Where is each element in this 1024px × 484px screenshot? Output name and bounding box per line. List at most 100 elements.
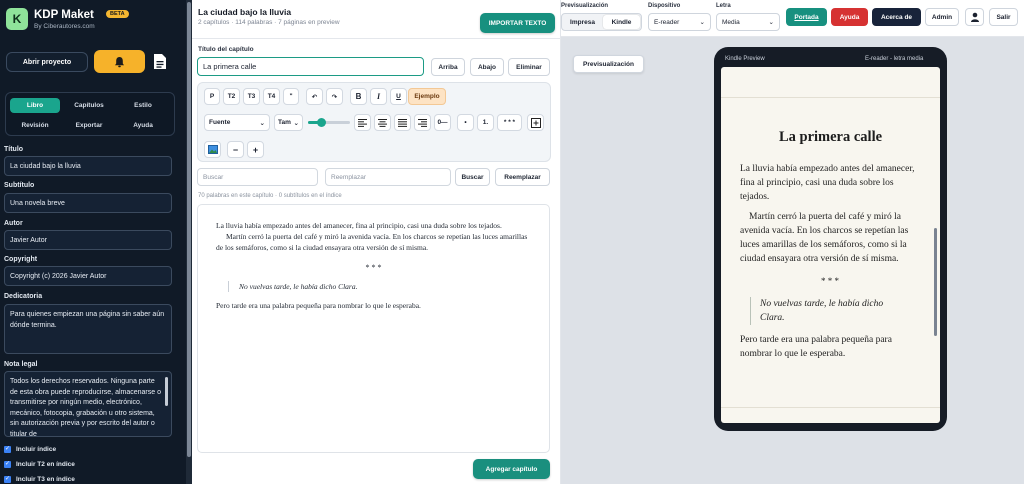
- align-center-button[interactable]: [374, 114, 391, 131]
- subtitulo-input[interactable]: Una novela breve: [4, 193, 172, 213]
- mode-impresa[interactable]: Impresa: [564, 15, 601, 29]
- device-screen[interactable]: La primera calle La lluvia había empezad…: [721, 67, 940, 423]
- user-button[interactable]: [965, 8, 984, 26]
- copyright-input[interactable]: Copyright (c) 2026 Javier Autor: [4, 266, 172, 286]
- numbered-list-button[interactable]: 1.: [477, 114, 494, 131]
- bell-icon: [115, 56, 124, 67]
- align-justify-icon: [398, 118, 407, 127]
- nav-exportar[interactable]: Exportar: [64, 118, 114, 133]
- autor-input[interactable]: Javier Autor: [4, 230, 172, 250]
- check-incluir-t2[interactable]: ✓ Incluir T2 en índice: [4, 461, 75, 468]
- portada-button[interactable]: Portada: [786, 8, 827, 26]
- preview-separator: * * *: [821, 276, 839, 286]
- nota-legal-scrollbar[interactable]: [165, 377, 168, 406]
- replace-button[interactable]: Reemplazar: [495, 168, 550, 186]
- subtitulo-label: Subtítulo: [4, 182, 35, 189]
- device-select-value: E-reader: [654, 18, 680, 26]
- checkbox-icon[interactable]: ✓: [4, 476, 11, 483]
- device-scrollbar[interactable]: [934, 228, 937, 336]
- move-down-button[interactable]: Abajo: [470, 58, 504, 76]
- add-chapter-button[interactable]: Agregar capítulo: [473, 459, 550, 479]
- sidebar-scroll-thumb[interactable]: [187, 2, 191, 457]
- align-justify-button[interactable]: [394, 114, 411, 131]
- align-right-button[interactable]: [414, 114, 431, 131]
- mode-kindle[interactable]: Kindle: [603, 15, 640, 29]
- autor-label: Autor: [4, 220, 23, 227]
- size-select[interactable]: Tam ⌄: [274, 114, 303, 131]
- divider: [192, 38, 561, 39]
- scene-separator: * * *: [365, 263, 382, 272]
- bullet-list-button[interactable]: •: [457, 114, 474, 131]
- font-select[interactable]: Fuente ⌄: [204, 114, 270, 131]
- blockquote: No vuelvas tarde, le había dicho Clara.: [228, 281, 531, 292]
- align-left-button[interactable]: [354, 114, 371, 131]
- ejemplo-button[interactable]: Ejemplo: [408, 88, 446, 105]
- nav-libro[interactable]: Libro: [10, 98, 60, 113]
- heading-t4-button[interactable]: T4: [263, 88, 280, 105]
- document-title: La ciudad bajo la lluvia: [198, 7, 292, 17]
- logout-button[interactable]: Salir: [989, 8, 1018, 26]
- size-slider-thumb[interactable]: [317, 118, 326, 127]
- dedicatoria-label: Dedicatoria: [4, 293, 43, 300]
- titulo-input[interactable]: La ciudad bajo la lluvia: [4, 156, 172, 176]
- screen-rule-top: [721, 97, 940, 98]
- size-slider[interactable]: [308, 118, 350, 127]
- ayuda-button[interactable]: Ayuda: [831, 8, 868, 26]
- import-text-button[interactable]: IMPORTAR TEXTO: [480, 13, 555, 33]
- bold-button[interactable]: B: [350, 88, 367, 105]
- blockquote-button[interactable]: ": [283, 88, 299, 105]
- nav-capitulos[interactable]: Capítulos: [64, 98, 114, 113]
- checkbox-icon[interactable]: ✓: [4, 446, 11, 453]
- device-label: Dispositivo: [648, 3, 681, 9]
- preview-button[interactable]: Previsualización: [573, 55, 644, 73]
- top-bar: Previsualización Impresa Kindle Disposit…: [561, 0, 1024, 37]
- preview-mode-label: Previsualización: [561, 3, 609, 9]
- undo-button[interactable]: ↶: [306, 88, 323, 105]
- admin-button[interactable]: Admin: [925, 8, 959, 26]
- user-icon: [970, 12, 979, 22]
- chevron-down-icon: ⌄: [699, 19, 705, 26]
- save-bell-button[interactable]: [94, 50, 145, 73]
- checkbox-icon[interactable]: ✓: [4, 461, 11, 468]
- acerca-button[interactable]: Acerca de: [872, 8, 921, 26]
- delete-chapter-button[interactable]: Eliminar: [508, 58, 550, 76]
- paragraph-button[interactable]: P: [204, 88, 220, 105]
- separator-button[interactable]: * * *: [497, 114, 522, 131]
- document-stats: 2 capítulos · 114 palabras · 7 páginas e…: [198, 19, 340, 26]
- paragraph-1: La lluvia había empezado antes del amane…: [216, 221, 502, 230]
- text-editor-area[interactable]: La lluvia había empezado antes del amane…: [197, 204, 550, 453]
- italic-button[interactable]: I: [370, 88, 387, 105]
- nav-estilo[interactable]: Estilo: [118, 98, 168, 113]
- search-input[interactable]: Buscar: [197, 168, 318, 186]
- preview-mode-toggle: Impresa Kindle: [561, 13, 642, 31]
- editor-panel: La ciudad bajo la lluvia 2 capítulos · 1…: [192, 0, 561, 484]
- zoom-in-button[interactable]: +: [247, 141, 264, 158]
- redo-button[interactable]: ↷: [326, 88, 343, 105]
- chapter-title-input[interactable]: La primera calle: [197, 57, 424, 76]
- heading-t3-button[interactable]: T3: [243, 88, 260, 105]
- app-byline: By Ciberautores.com: [34, 23, 95, 30]
- heading-t2-button[interactable]: T2: [223, 88, 240, 105]
- device-select[interactable]: E-reader ⌄: [648, 13, 711, 31]
- nav-ayuda[interactable]: Ayuda: [118, 118, 168, 133]
- letter-select[interactable]: Media ⌄: [716, 13, 780, 31]
- device-header-left: Kindle Preview: [725, 56, 765, 62]
- move-up-button[interactable]: Arriba: [431, 58, 465, 76]
- insert-image-button[interactable]: [204, 141, 221, 158]
- document-button[interactable]: [151, 52, 169, 71]
- chevron-down-icon: ⌄: [293, 119, 299, 127]
- check-incluir-t3[interactable]: ✓ Incluir T3 en índice: [4, 476, 75, 483]
- horizontal-rule-button[interactable]: 0—: [434, 114, 451, 131]
- letter-label: Letra: [716, 3, 731, 9]
- underline-button[interactable]: U: [390, 88, 407, 105]
- nota-legal-textarea[interactable]: Todos los derechos reservados. Ninguna p…: [4, 371, 172, 437]
- nav-revision[interactable]: Revisión: [10, 118, 60, 133]
- search-button[interactable]: Buscar: [455, 168, 490, 186]
- replace-input[interactable]: Reemplazar: [325, 168, 451, 186]
- zoom-out-button[interactable]: −: [227, 141, 244, 158]
- insert-box-button[interactable]: [527, 114, 544, 131]
- check-incluir-indice[interactable]: ✓ Incluir índice: [4, 446, 56, 453]
- copyright-label: Copyright: [4, 256, 38, 263]
- open-project-button[interactable]: Abrir proyecto: [6, 52, 88, 72]
- dedicatoria-textarea[interactable]: Para quienes empiezan una página sin sab…: [4, 304, 172, 354]
